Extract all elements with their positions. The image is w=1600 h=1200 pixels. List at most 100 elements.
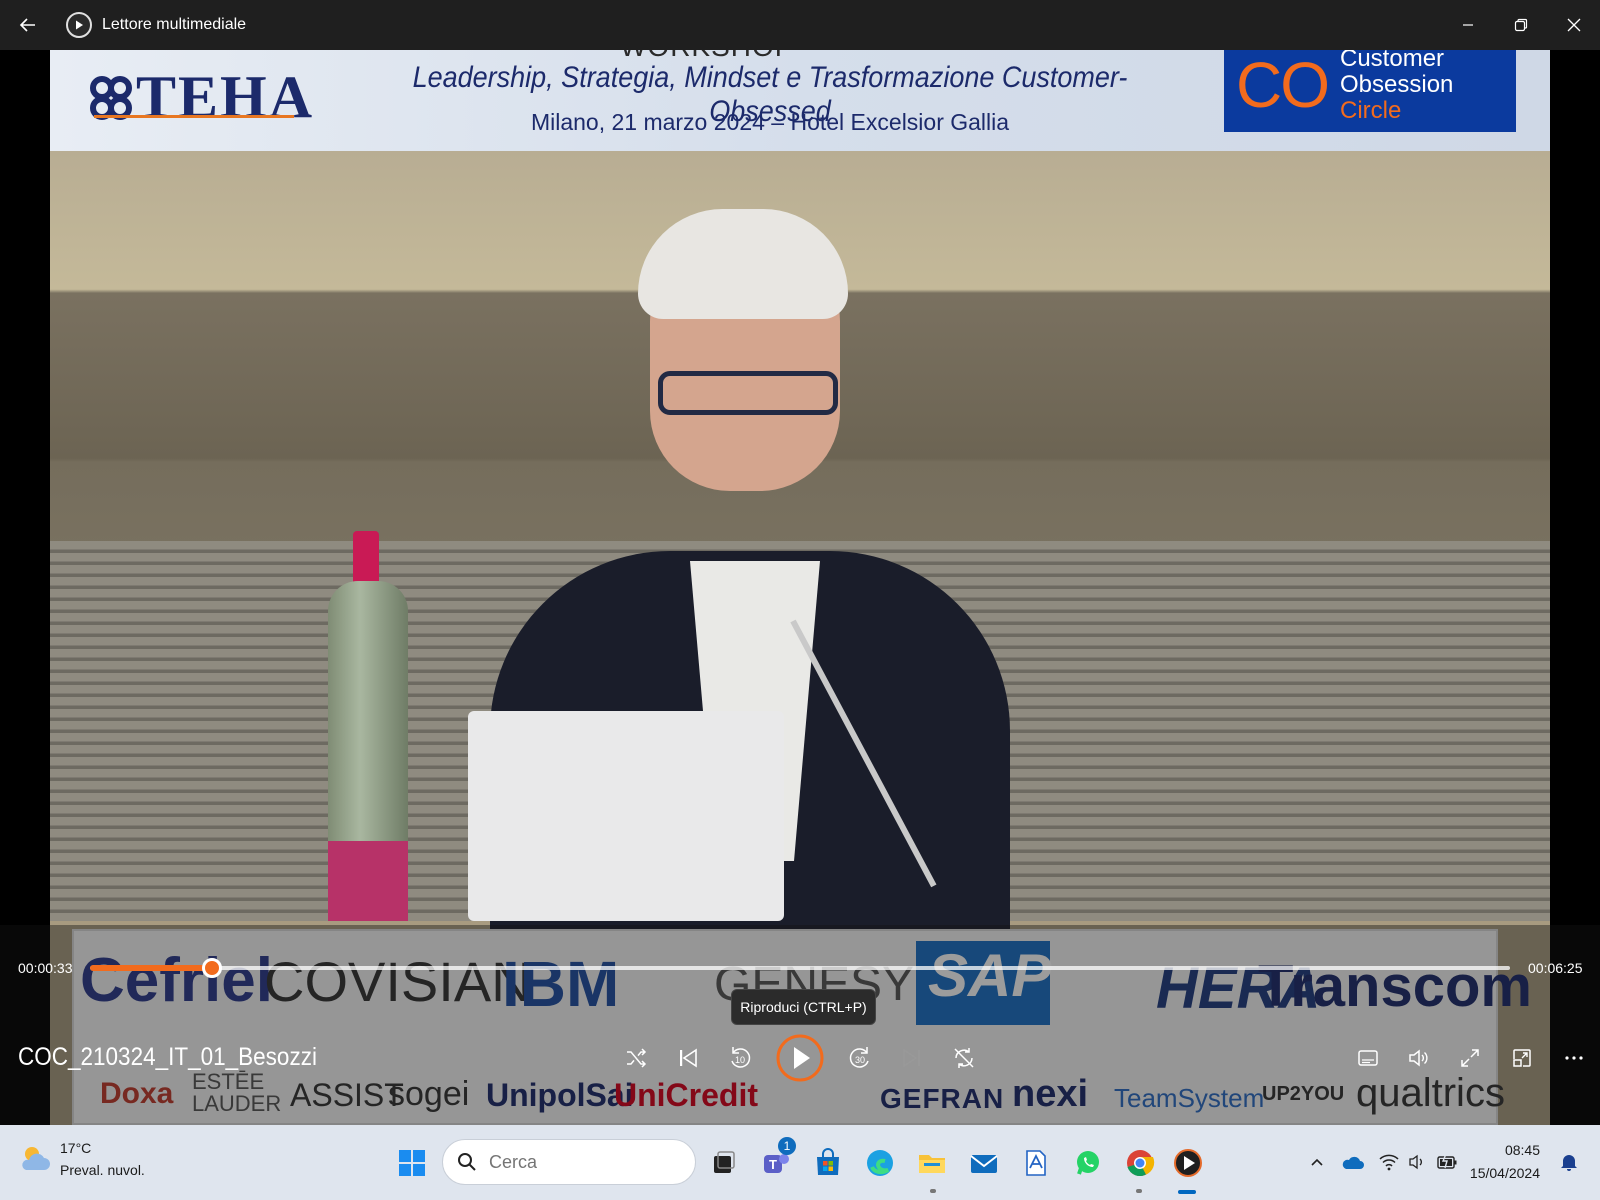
edge-app[interactable]	[860, 1143, 900, 1183]
explorer-running-indicator	[930, 1189, 936, 1193]
speaker-scene	[50, 151, 1550, 951]
co-name-line1: Customer Obsession	[1340, 49, 1454, 98]
volume-tray[interactable]	[1404, 1147, 1430, 1177]
volume-icon	[1409, 1049, 1428, 1067]
weather-description: Preval. nuvol.	[60, 1162, 145, 1178]
subtitles-button[interactable]	[1350, 1040, 1386, 1076]
total-time: 00:06:25	[1528, 960, 1583, 976]
teha-underline	[94, 115, 294, 118]
clock-time: 08:45	[1504, 1142, 1540, 1158]
wifi-icon	[1379, 1154, 1399, 1171]
player-controls-overlay	[0, 925, 1600, 1125]
close-button[interactable]	[1547, 0, 1600, 50]
bell-icon	[1561, 1155, 1577, 1171]
restore-icon	[1514, 18, 1527, 32]
whatsapp-icon	[1077, 1151, 1099, 1175]
teha-logo-text: TEHA	[136, 64, 315, 130]
window-title: Lettore multimediale	[102, 16, 247, 33]
bottle-label	[328, 841, 408, 921]
shuffle-icon	[627, 1048, 647, 1068]
play-tooltip: Riproduci (CTRL+P)	[731, 989, 876, 1025]
minimize-icon	[1462, 24, 1473, 26]
back-arrow-icon	[19, 18, 35, 32]
speaker-icon	[1409, 1154, 1422, 1170]
whatsapp-app[interactable]	[1068, 1143, 1108, 1183]
taskbar-clock[interactable]: 08:45 15/04/2024	[1470, 1139, 1540, 1185]
current-time: 00:00:33	[18, 960, 73, 976]
teha-logo: TEHA	[90, 63, 314, 132]
media-file-name: COC_210324_IT_01_Besozzi	[18, 1043, 317, 1071]
task-view-button[interactable]	[704, 1143, 744, 1183]
fullscreen-icon	[1461, 1049, 1479, 1067]
rewind-10-icon: 10	[731, 1047, 751, 1068]
more-options-icon	[1565, 1056, 1583, 1060]
mail-icon	[970, 1155, 998, 1173]
previous-button[interactable]	[670, 1040, 706, 1076]
seek-bar-progress	[90, 965, 212, 971]
restore-button[interactable]	[1494, 0, 1547, 50]
wifi-tray[interactable]	[1376, 1147, 1402, 1177]
repeat-button[interactable]	[946, 1040, 982, 1076]
next-button[interactable]	[894, 1040, 930, 1076]
seek-bar[interactable]	[90, 966, 1510, 970]
chrome-app[interactable]	[1120, 1143, 1160, 1183]
svg-text:T: T	[769, 1157, 777, 1172]
banner-subtitle: Milano, 21 marzo 2024 – Hotel Excelsior …	[530, 109, 1010, 135]
play-button[interactable]	[776, 1034, 824, 1082]
search-input[interactable]	[489, 1151, 669, 1173]
customer-obsession-logo: CO Customer Obsession Circle	[1224, 49, 1516, 132]
edge-browser-icon	[867, 1150, 893, 1176]
chevron-up-icon	[1311, 1158, 1323, 1166]
back-button[interactable]	[0, 0, 56, 50]
chrome-icon	[1127, 1150, 1155, 1177]
windows-logo-icon	[399, 1150, 425, 1176]
mini-player-button[interactable]	[1504, 1040, 1540, 1076]
mail-app[interactable]	[964, 1143, 1004, 1183]
notifications-button[interactable]	[1556, 1147, 1582, 1177]
media-player-active-indicator	[1178, 1190, 1196, 1194]
window-controls	[1441, 0, 1600, 50]
media-player-icon	[1174, 1149, 1202, 1177]
teha-emblem-icon	[90, 75, 132, 120]
close-icon	[1567, 18, 1580, 32]
event-banner: TEHA WORKSHOP Leadership, Strategia, Min…	[50, 49, 1550, 151]
minimize-button[interactable]	[1441, 0, 1494, 50]
task-view-icon	[714, 1151, 735, 1173]
weather-widget[interactable]: 17°C Preval. nuvol.	[18, 1137, 145, 1181]
search-icon	[458, 1153, 476, 1171]
taskbar-search[interactable]	[442, 1139, 696, 1185]
co-letters: CO	[1236, 49, 1330, 121]
media-player-window: Lettore multimediale TEHA WORKSHOP Leade…	[0, 0, 1600, 1200]
file-explorer-app[interactable]	[912, 1143, 952, 1183]
speaker-hair	[638, 209, 848, 319]
start-button[interactable]	[392, 1143, 432, 1183]
battery-charging-icon	[1437, 1153, 1457, 1169]
microsoft-store-app[interactable]	[808, 1143, 848, 1183]
document-app[interactable]	[1016, 1143, 1056, 1183]
rewind-10-button[interactable]: 10	[722, 1040, 758, 1076]
teams-app[interactable]: T 1	[756, 1137, 796, 1183]
media-player-app[interactable]	[1168, 1143, 1208, 1183]
title-bar: Lettore multimediale	[0, 0, 1600, 50]
fullscreen-button[interactable]	[1452, 1040, 1488, 1076]
shuffle-button[interactable]	[618, 1040, 654, 1076]
teams-notification-badge: 1	[778, 1137, 796, 1155]
seek-bar-thumb[interactable]	[202, 958, 222, 978]
onedrive-tray[interactable]	[1340, 1147, 1366, 1177]
show-hidden-icons-button[interactable]	[1304, 1147, 1330, 1177]
subtitles-icon	[1358, 1050, 1378, 1066]
forward-30-button[interactable]: 30	[842, 1040, 878, 1076]
skip-next-icon	[903, 1048, 920, 1068]
speaker-glasses	[658, 371, 838, 415]
battery-tray[interactable]	[1434, 1147, 1460, 1177]
more-options-button[interactable]	[1556, 1040, 1592, 1076]
document-icon	[1026, 1150, 1046, 1176]
windows-taskbar: 17°C Preval. nuvol. T 1	[0, 1125, 1600, 1200]
volume-button[interactable]	[1400, 1040, 1436, 1076]
folder-icon	[919, 1155, 945, 1173]
co-name-line2: Circle	[1340, 96, 1402, 124]
svg-text:30: 30	[855, 1055, 865, 1065]
play-icon	[776, 1034, 824, 1082]
co-name: Customer Obsession Circle	[1340, 49, 1516, 124]
laptop	[468, 711, 784, 921]
